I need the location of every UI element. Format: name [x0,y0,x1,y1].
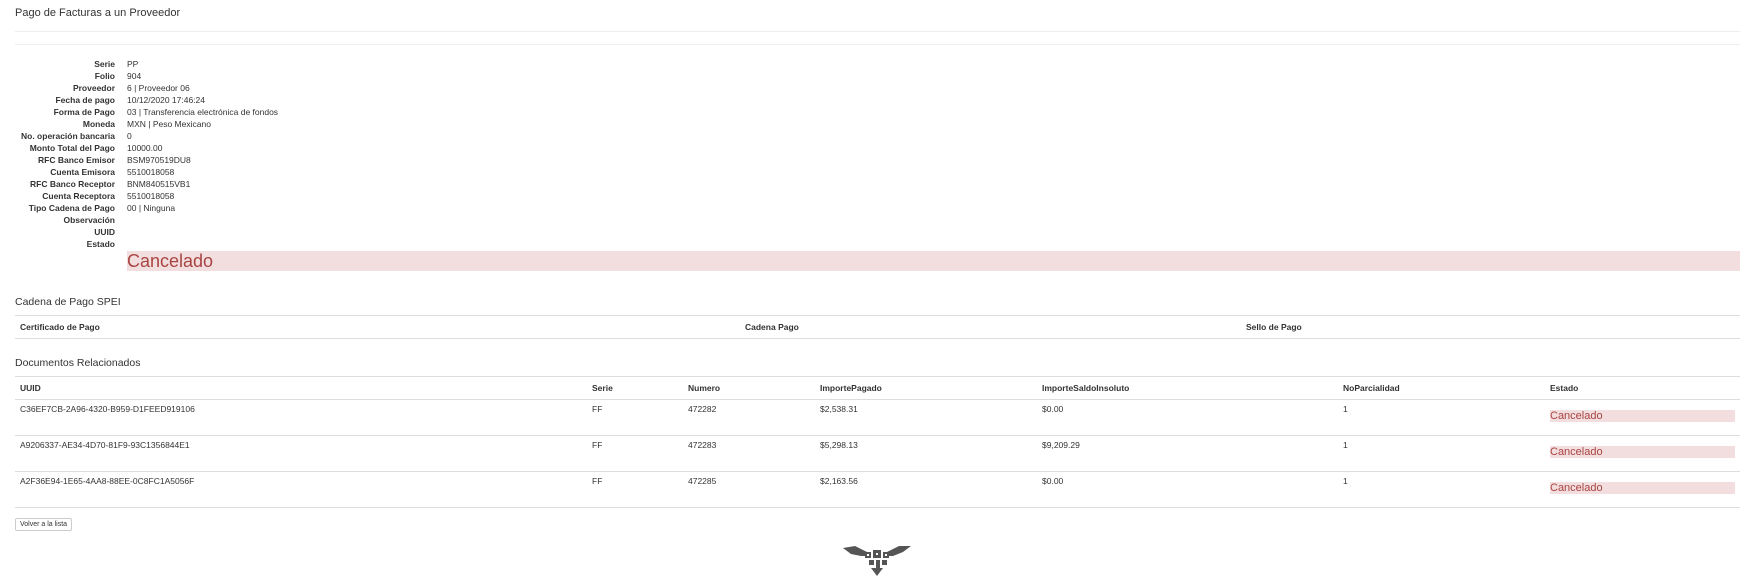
detail-row: No. operación bancaria 0 [15,130,1740,142]
docs-col-saldo: ImporteSaldoInsoluto [1037,376,1338,400]
cell-pagado: $5,298.13 [815,435,1037,472]
docs-col-serie: Serie [587,376,683,400]
eagle-qr-logo-icon [843,546,911,576]
table-row: C36EF7CB-2A96-4320-B959-D1FEED919106 FF 47… [15,399,1740,436]
cell-uuid: A2F36E94-1E65-4AA8-88EE-0C8FC1A5056F [15,471,587,508]
detail-value: 5510018058 [127,191,175,201]
cell-parcialidad: 1 [1338,471,1545,508]
cell-parcialidad: 1 [1338,435,1545,472]
spei-col-sello: Sello de Pago [1241,315,1740,339]
docs-table: UUID Serie Numero ImportePagado ImporteS… [15,376,1740,508]
status-badge: Cancelado [1550,410,1735,422]
detail-value: 904 [127,71,142,81]
spei-col-certificado: Certificado de Pago [15,315,740,339]
detail-value: 10/12/2020 17:46:24 [127,95,205,105]
detail-label: Moneda [82,119,115,129]
docs-heading: Documentos Relacionados [15,357,141,369]
cell-saldo: $0.00 [1037,471,1338,508]
cell-saldo: $9,209.29 [1037,435,1338,472]
detail-row: Estado [15,238,1740,250]
detail-row: Tipo Cadena de Pago 00 | Ninguna [15,202,1740,214]
detail-label: UUID [94,227,115,237]
cell-uuid: A9206337-AE34-4D70-81F9-93C1356844E1 [15,435,587,472]
spei-table: Certificado de Pago Cadena Pago Sello de… [15,315,1740,339]
detail-label: Cuenta Emisora [50,167,115,177]
detail-label: Forma de Pago [53,107,115,117]
detail-label: Tipo Cadena de Pago [28,203,115,213]
cell-pagado: $2,163.56 [815,471,1037,508]
table-row: A2F36E94-1E65-4AA8-88EE-0C8FC1A5056F FF 47… [15,471,1740,508]
status-badge: Cancelado [1550,446,1735,458]
payment-details: Serie PP Folio 904 Proveedor 6 | Proveedor 06… [15,58,1740,250]
detail-label: RFC Banco Receptor [29,179,115,189]
detail-row: RFC Banco Emisor BSM970519DU8 [15,154,1740,166]
detail-value: 00 | Ninguna [127,203,176,213]
detail-value: 03 | Transferencia electrónica de fondos [127,107,279,117]
detail-label: Folio [94,71,115,81]
back-to-list-button[interactable]: Volver a la lista [15,518,73,531]
estado-banner: Cancelado [127,251,1740,271]
detail-label: Cuenta Receptora [42,191,115,201]
detail-label: RFC Banco Emisor [38,155,115,165]
detail-row: Fecha de pago 10/12/2020 17:46:24 [15,94,1740,106]
cell-serie: FF [587,471,683,508]
cell-numero: 472282 [683,399,815,436]
docs-col-parcialidad: NoParcialidad [1338,376,1545,400]
docs-header-row: UUID Serie Numero ImportePagado ImporteS… [15,376,1740,400]
detail-row: Cuenta Emisora 5510018058 [15,166,1740,178]
detail-row: Monto Total del Pago 10000.00 [15,142,1740,154]
spei-heading: Cadena de Pago SPEI [15,296,121,308]
docs-col-pagado: ImportePagado [815,376,1037,400]
detail-row: Moneda MXN | Peso Mexicano [15,118,1740,130]
page-title: Pago de Facturas a un Proveedor [15,7,181,19]
detail-value: 0 [127,131,132,141]
spei-header-row: Certificado de Pago Cadena Pago Sello de… [15,315,1740,339]
cell-estado: Cancelado [1545,399,1740,436]
cell-parcialidad: 1 [1338,399,1545,436]
detail-label: Monto Total del Pago [29,143,115,153]
table-row: A9206337-AE34-4D70-81F9-93C1356844E1 FF 47… [15,435,1740,472]
cell-serie: FF [587,435,683,472]
detail-label: Proveedor [72,83,115,93]
detail-row: RFC Banco Receptor BNM840515VB1 [15,178,1740,190]
cell-uuid: C36EF7CB-2A96-4320-B959-D1FEED919106 [15,399,587,436]
detail-row: Forma de Pago 03 | Transferencia electrón… [15,106,1740,118]
detail-row: Observación [15,214,1740,226]
detail-row: Folio 904 [15,70,1740,82]
detail-value: 6 | Proveedor 06 [127,83,190,93]
detail-label: Estado [86,239,115,249]
detail-label: Fecha de pago [55,95,115,105]
spei-col-cadena: Cadena Pago [740,315,1241,339]
status-badge: Cancelado [1550,482,1735,494]
detail-row: Cuenta Receptora 5510018058 [15,190,1740,202]
docs-col-estado: Estado [1545,376,1740,400]
detail-value: BNM840515VB1 [127,179,191,189]
cell-saldo: $0.00 [1037,399,1338,436]
detail-value: PP [127,59,139,69]
detail-row: Proveedor 6 | Proveedor 06 [15,82,1740,94]
divider [15,31,1740,32]
docs-col-numero: Numero [683,376,815,400]
cell-pagado: $2,538.31 [815,399,1037,436]
detail-label: Observación [63,215,116,225]
cell-serie: FF [587,399,683,436]
detail-value: 10000.00 [127,143,163,153]
detail-row: UUID [15,226,1740,238]
detail-value: BSM970519DU8 [127,155,191,165]
detail-value: 5510018058 [127,167,175,177]
cell-estado: Cancelado [1545,471,1740,508]
docs-col-uuid: UUID [15,376,587,400]
cell-estado: Cancelado [1545,435,1740,472]
cell-numero: 472285 [683,471,815,508]
detail-value: MXN | Peso Mexicano [127,119,211,129]
detail-row: Serie PP [15,58,1740,70]
divider [15,44,1740,45]
cell-numero: 472283 [683,435,815,472]
detail-label: Serie [94,59,115,69]
detail-label: No. operación bancaria [21,131,115,141]
